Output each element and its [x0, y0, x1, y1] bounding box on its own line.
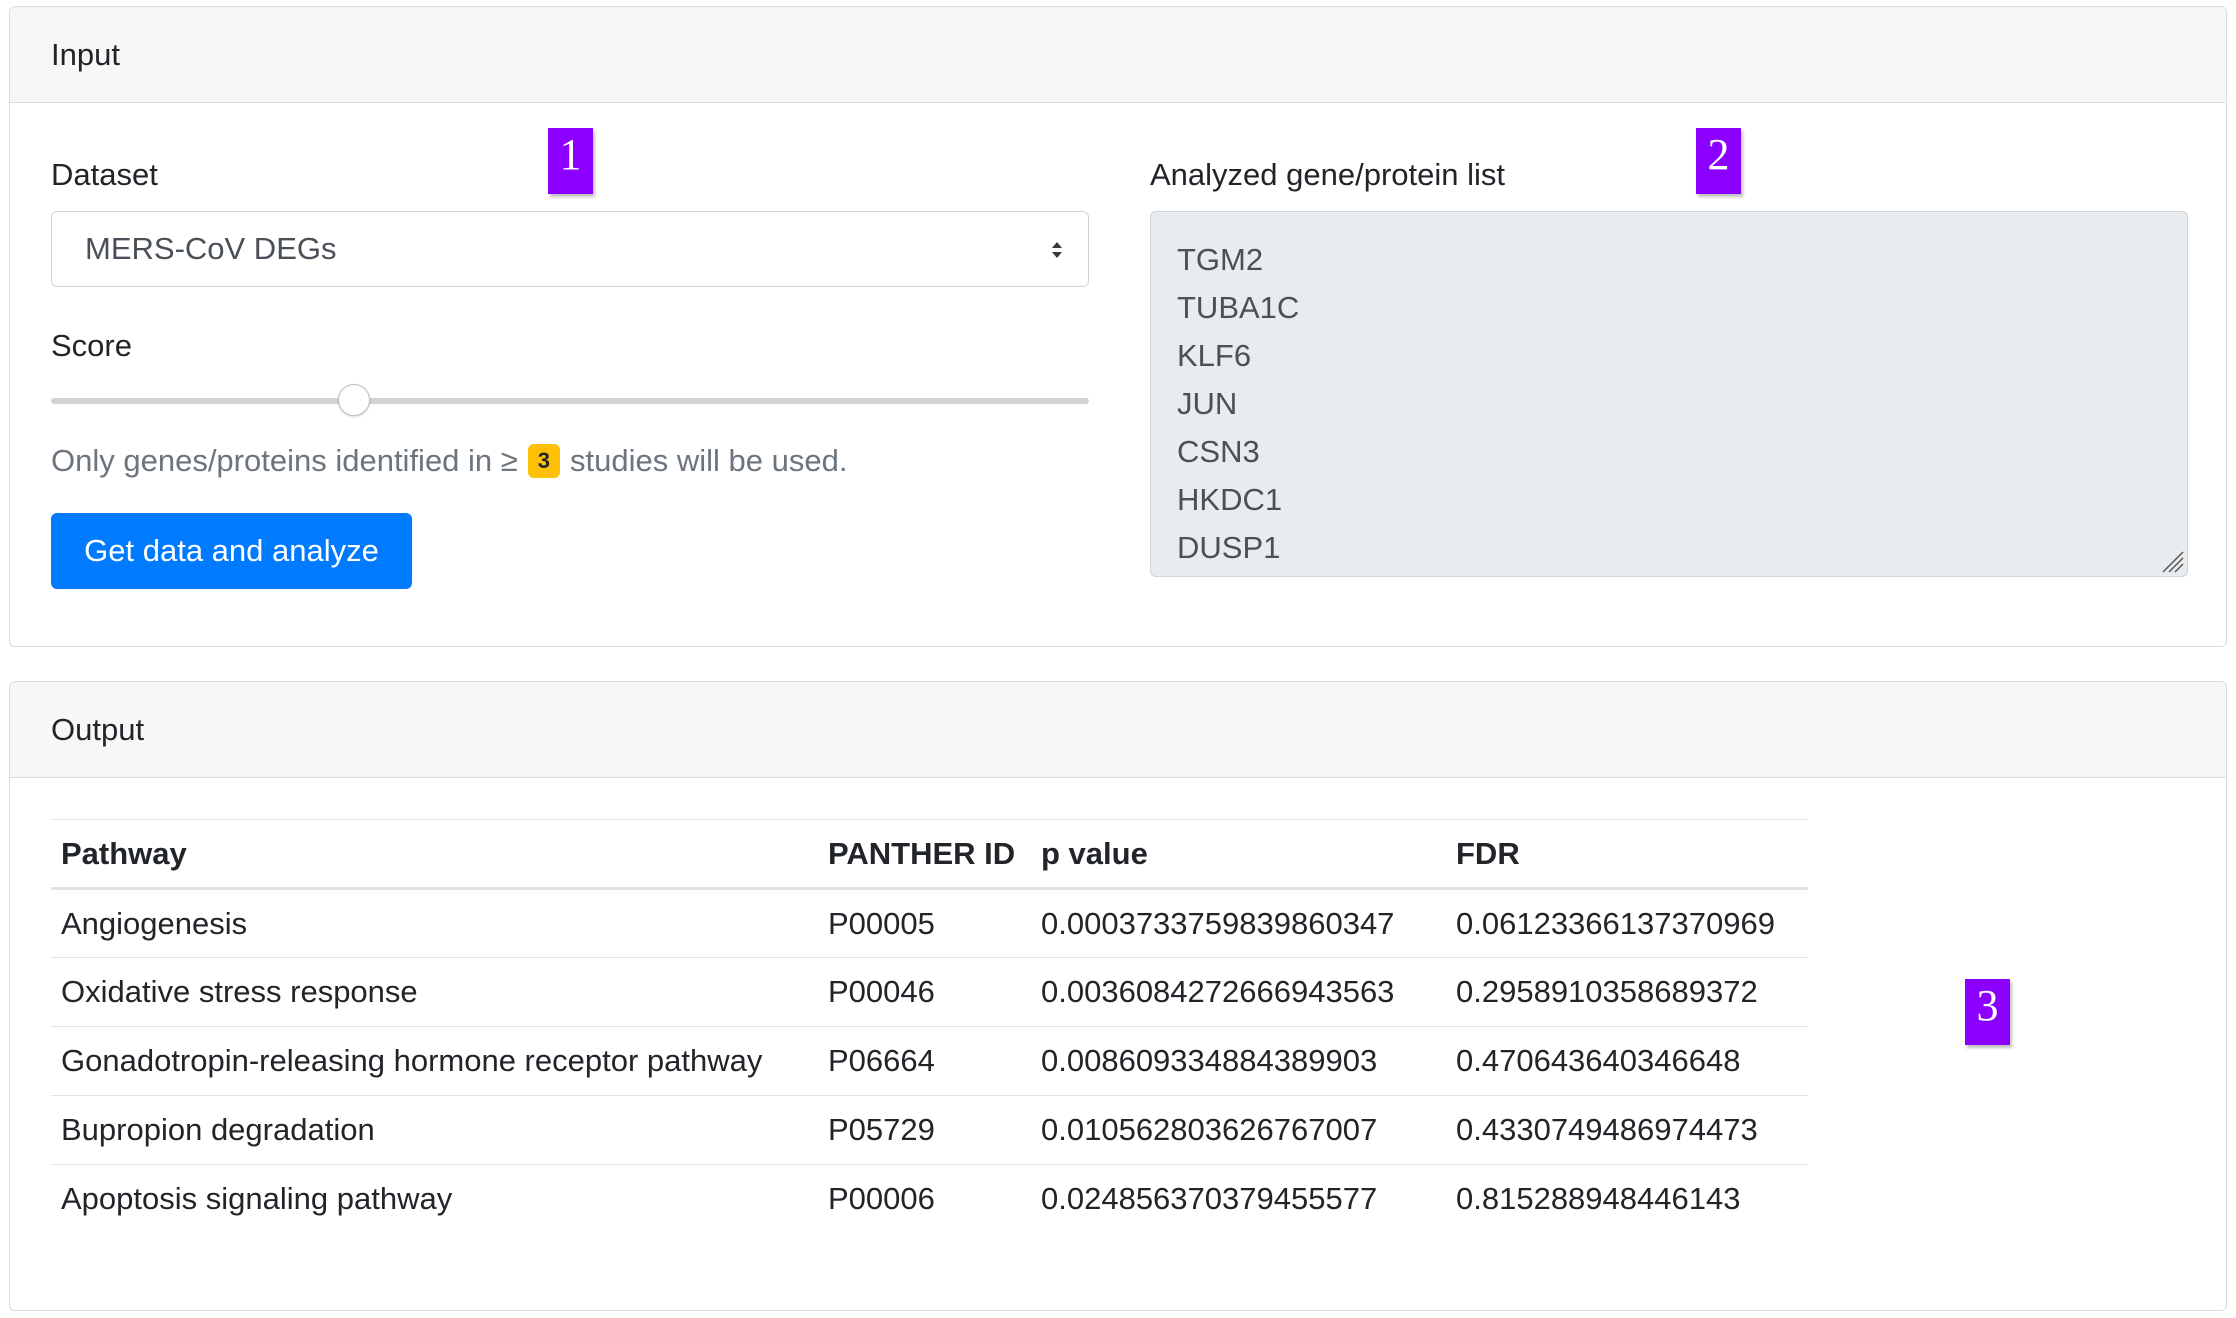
table-row: Angiogenesis P00005 0.000373375983986034…	[51, 889, 1808, 958]
table-row: Apoptosis signaling pathway P00006 0.024…	[51, 1164, 1808, 1234]
results-table: Pathway PANTHER ID p value FDR Angiogene…	[51, 819, 1808, 1234]
score-hint-after: studies will be used.	[570, 443, 848, 478]
score-badge: 3	[527, 444, 561, 478]
pathway-cell: Bupropion degradation	[61, 1112, 375, 1147]
gene-item: JUN	[1177, 386, 1238, 421]
fdr-cell: 0.2958910358689372	[1456, 974, 1758, 1009]
p-value-cell: 0.010562803626767007	[1041, 1112, 1378, 1147]
get-data-analyze-button[interactable]: Get data and analyze	[51, 513, 412, 589]
pathway-cell: Angiogenesis	[61, 905, 248, 941]
table-row: Bupropion degradation P05729 0.010562803…	[51, 1095, 1808, 1165]
p-value-cell: 0.024856370379455577	[1041, 1181, 1378, 1217]
score-label: Score	[51, 328, 132, 363]
dataset-select[interactable]: MERS-CoV DEGs	[51, 211, 1089, 287]
fdr-cell: 0.06123366137370969	[1456, 905, 1775, 941]
gene-list-label: Analyzed gene/protein list	[1150, 157, 1506, 192]
fdr-cell: 0.470643640346648	[1456, 1043, 1741, 1078]
select-caret-icon	[1052, 242, 1062, 258]
panther-id-cell: P00046	[828, 974, 935, 1009]
table-row: Gonadotropin-releasing hormone receptor …	[51, 1026, 1808, 1096]
annotation-marker-2: 2	[1696, 128, 1741, 194]
dataset-select-value: MERS-CoV DEGs	[85, 231, 337, 266]
input-card: Input Dataset MERS-CoV DEGs Score Only g…	[9, 6, 2227, 647]
fdr-cell: 0.815288948446143	[1456, 1181, 1741, 1217]
score-hint-before: Only genes/proteins identified in ≥	[51, 443, 518, 478]
gene-item: KLF6	[1177, 338, 1252, 373]
panther-id-cell: P00006	[828, 1181, 935, 1217]
annotation-marker-3: 3	[1965, 979, 2010, 1045]
gene-item: DUSP1	[1177, 530, 1281, 565]
score-slider-thumb[interactable]	[338, 384, 371, 416]
table-row: Oxidative stress response P00046 0.00360…	[51, 957, 1808, 1027]
pathway-cell: Oxidative stress response	[61, 974, 418, 1009]
column-header-p-value: p value	[1041, 835, 1148, 871]
output-card: Output Pathway PANTHER ID p value FDR An…	[9, 681, 2227, 1311]
resize-grip-icon[interactable]	[2159, 548, 2185, 574]
output-card-header: Output	[10, 682, 2226, 778]
fdr-cell: 0.4330749486974473	[1456, 1112, 1758, 1147]
gene-item: TUBA1C	[1177, 290, 1300, 325]
score-slider-track[interactable]	[51, 398, 1089, 404]
dataset-label: Dataset	[51, 157, 158, 192]
column-header-pathway: Pathway	[61, 835, 187, 871]
panther-id-cell: P05729	[828, 1112, 935, 1147]
pathway-cell: Gonadotropin-releasing hormone receptor …	[61, 1043, 763, 1078]
input-card-header: Input	[10, 7, 2226, 103]
panther-id-cell: P06664	[828, 1043, 935, 1078]
annotation-marker-1: 1	[548, 128, 593, 194]
p-value-cell: 0.008609334884389903	[1041, 1043, 1378, 1078]
gene-list-textarea[interactable]: TGM2 TUBA1C KLF6 JUN CSN3 HKDC1 DUSP1	[1150, 211, 2188, 577]
table-header-row: Pathway PANTHER ID p value FDR	[51, 819, 1808, 889]
panther-id-cell: P00005	[828, 905, 935, 941]
p-value-cell: 0.0003733759839860347	[1041, 905, 1395, 941]
score-hint: Only genes/proteins identified in ≥ 3 st…	[51, 443, 847, 479]
gene-item: CSN3	[1177, 434, 1260, 469]
pathway-cell: Apoptosis signaling pathway	[61, 1181, 453, 1217]
column-header-panther-id: PANTHER ID	[828, 835, 1016, 871]
gene-item: HKDC1	[1177, 482, 1283, 517]
gene-item: TGM2	[1177, 242, 1264, 277]
p-value-cell: 0.0036084272666943563	[1041, 974, 1395, 1009]
column-header-fdr: FDR	[1456, 835, 1520, 871]
